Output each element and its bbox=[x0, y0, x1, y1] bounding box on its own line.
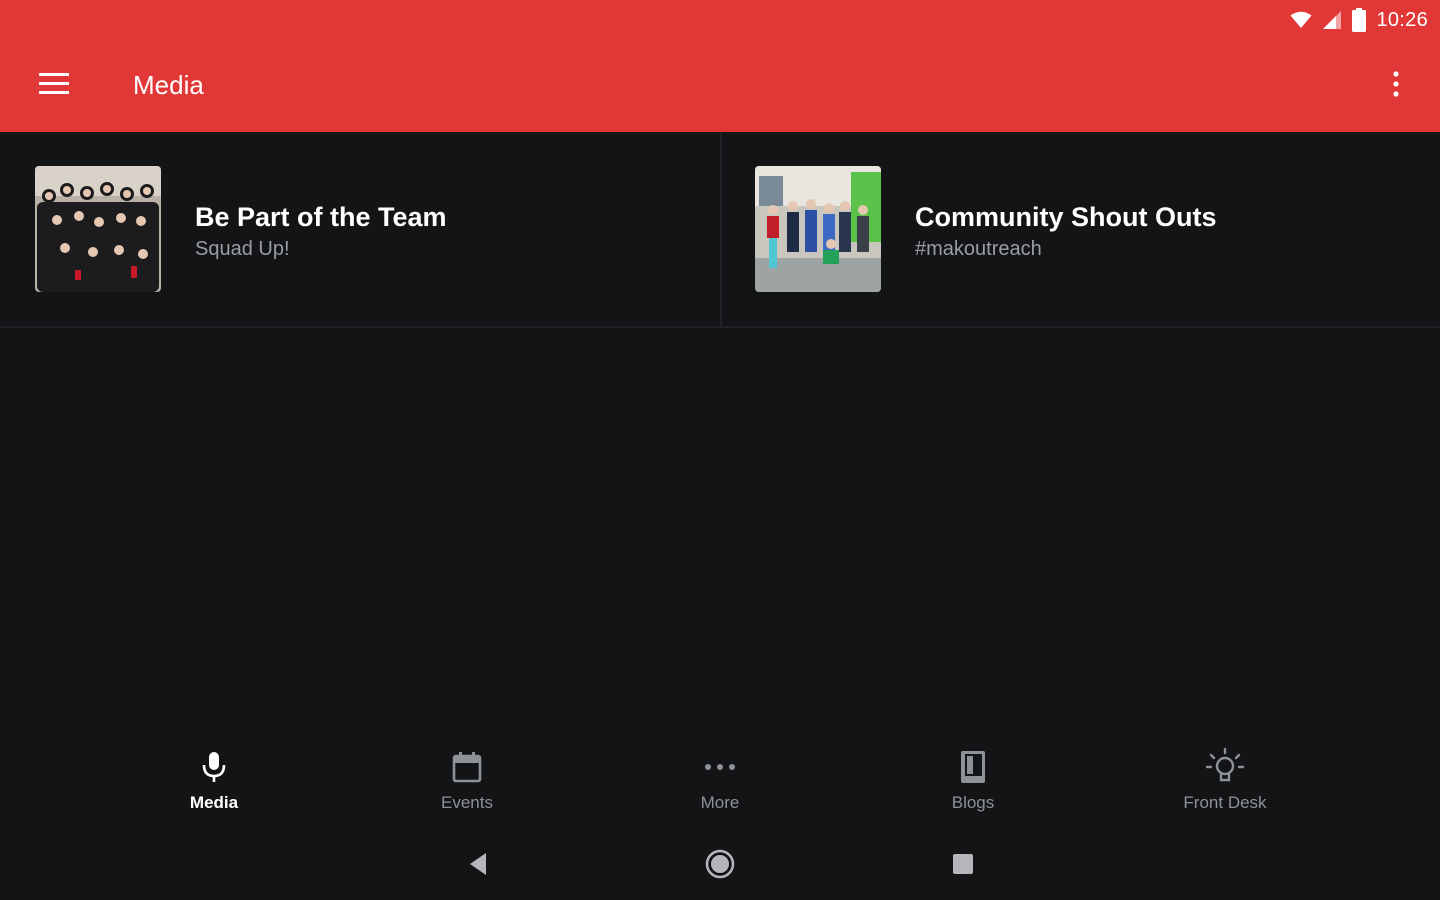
nav-label: More bbox=[700, 793, 740, 812]
nav-label: Media bbox=[189, 793, 239, 812]
media-card-subtitle: #makoutreach bbox=[915, 238, 1042, 260]
nav-label: Front Desk bbox=[1183, 793, 1267, 812]
microphone-icon bbox=[192, 745, 236, 789]
back-icon bbox=[468, 852, 488, 881]
nav-item-events[interactable]: Events bbox=[397, 745, 537, 829]
recents-button[interactable] bbox=[941, 844, 985, 888]
nav-label: Events bbox=[441, 793, 493, 812]
app-bar: 10:26 Media bbox=[0, 0, 1440, 132]
nav-item-more[interactable]: More bbox=[650, 745, 790, 829]
system-navigation-bar bbox=[0, 838, 1440, 892]
lightbulb-icon bbox=[1203, 745, 1247, 789]
media-card-team[interactable]: Be Part of the Team Squad Up! bbox=[0, 132, 720, 328]
status-bar: 10:26 bbox=[1290, 6, 1428, 34]
media-card-community[interactable]: Community Shout Outs #makoutreach bbox=[720, 132, 1440, 328]
cellular-signal-icon bbox=[1322, 10, 1342, 30]
nav-item-media[interactable]: Media bbox=[144, 745, 284, 829]
media-card-title: Community Shout Outs bbox=[915, 202, 1217, 232]
home-button[interactable] bbox=[698, 844, 742, 888]
media-thumbnail bbox=[35, 166, 161, 292]
nav-label: Blogs bbox=[951, 793, 995, 812]
more-vertical-icon bbox=[1393, 70, 1399, 102]
calendar-icon bbox=[445, 745, 489, 789]
media-card-title: Be Part of the Team bbox=[195, 202, 447, 232]
nav-item-front-desk[interactable]: Front Desk bbox=[1155, 745, 1295, 829]
overflow-menu-button[interactable] bbox=[1378, 64, 1414, 108]
back-button[interactable] bbox=[456, 844, 500, 888]
page-title: Media bbox=[133, 70, 204, 100]
recents-icon bbox=[953, 853, 973, 879]
media-thumbnail bbox=[755, 166, 881, 292]
media-grid: Be Part of the Team Squad Up! Community … bbox=[0, 132, 1440, 328]
battery-icon bbox=[1352, 8, 1367, 32]
book-icon bbox=[951, 745, 995, 789]
home-icon bbox=[705, 849, 735, 884]
bottom-navigation: Media Events More Blogs Front Desk bbox=[0, 745, 1440, 835]
nav-item-blogs[interactable]: Blogs bbox=[903, 745, 1043, 829]
navigation-menu-button[interactable] bbox=[30, 66, 78, 106]
media-card-subtitle: Squad Up! bbox=[195, 238, 290, 260]
hamburger-menu-icon bbox=[39, 72, 69, 100]
more-horizontal-icon bbox=[698, 745, 742, 789]
status-clock: 10:26 bbox=[1376, 8, 1428, 31]
wifi-icon bbox=[1290, 11, 1312, 29]
